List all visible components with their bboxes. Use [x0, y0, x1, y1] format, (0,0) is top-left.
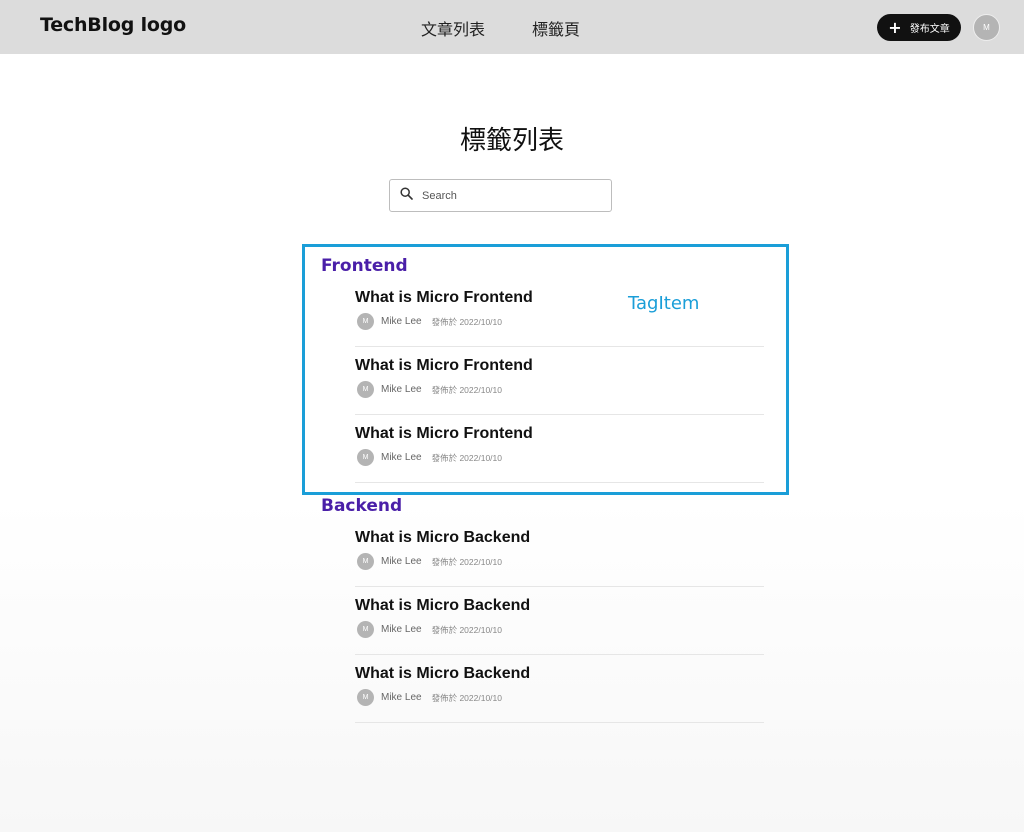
author-name: Mike Lee: [381, 624, 422, 635]
publish-date: 發佈於 2022/10/10: [431, 556, 502, 567]
article-title[interactable]: What is Micro Backend: [355, 529, 530, 547]
article-title[interactable]: What is Micro Frontend: [355, 289, 533, 307]
page-title: 標籤列表: [459, 126, 564, 156]
search-icon: [400, 186, 413, 205]
article-title[interactable]: What is Micro Backend: [355, 665, 530, 683]
author-name: Mike Lee: [381, 556, 422, 567]
publish-date: 發佈於 2022/10/10: [431, 452, 502, 463]
author-avatar: M: [357, 313, 374, 330]
article-meta: M Mike Lee 發佈於 2022/10/10: [357, 553, 502, 570]
nav-link-articles[interactable]: 文章列表: [421, 16, 485, 40]
article-title[interactable]: What is Micro Frontend: [355, 357, 533, 375]
author-avatar: M: [357, 689, 374, 706]
article-item[interactable]: What is Micro Frontend M Mike Lee 發佈於 20…: [355, 347, 764, 415]
tag-section-backend: Backend What is Micro Backend M Mike Lee…: [321, 495, 764, 723]
top-header: TechBlog logo 文章列表 標籤頁 + 發布文章 M: [0, 0, 1024, 54]
publish-date: 發佈於 2022/10/10: [431, 692, 502, 703]
author-avatar: M: [357, 621, 374, 638]
publish-article-label: 發布文章: [909, 24, 950, 35]
article-item[interactable]: What is Micro Frontend M Mike Lee 發佈於 20…: [355, 279, 764, 347]
article-item[interactable]: What is Micro Backend M Mike Lee 發佈於 202…: [355, 587, 764, 655]
author-name: Mike Lee: [381, 692, 422, 703]
article-meta: M Mike Lee 發佈於 2022/10/10: [357, 689, 502, 706]
article-item[interactable]: What is Micro Backend M Mike Lee 發佈於 202…: [355, 519, 764, 587]
author-name: Mike Lee: [381, 452, 422, 463]
tag-name[interactable]: Frontend: [321, 255, 764, 279]
article-meta: M Mike Lee 發佈於 2022/10/10: [357, 621, 502, 638]
article-meta: M Mike Lee 發佈於 2022/10/10: [357, 381, 502, 398]
site-logo[interactable]: TechBlog logo: [40, 14, 186, 36]
tag-section-frontend: Frontend What is Micro Frontend M Mike L…: [321, 255, 764, 483]
author-avatar: M: [357, 553, 374, 570]
article-meta: M Mike Lee 發佈於 2022/10/10: [357, 313, 502, 330]
publish-date: 發佈於 2022/10/10: [431, 316, 502, 327]
article-title[interactable]: What is Micro Frontend: [355, 425, 533, 443]
nav-link-tags[interactable]: 標籤頁: [532, 16, 580, 40]
author-avatar: M: [357, 381, 374, 398]
search-input[interactable]: [422, 189, 592, 202]
user-avatar[interactable]: M: [973, 14, 1000, 41]
author-name: Mike Lee: [381, 316, 422, 327]
plus-icon: +: [888, 17, 902, 37]
tag-name[interactable]: Backend: [321, 495, 764, 519]
author-name: Mike Lee: [381, 384, 422, 395]
publish-date: 發佈於 2022/10/10: [431, 384, 502, 395]
article-title[interactable]: What is Micro Backend: [355, 597, 530, 615]
publish-article-button[interactable]: + 發布文章: [877, 14, 961, 41]
author-avatar: M: [357, 449, 374, 466]
article-meta: M Mike Lee 發佈於 2022/10/10: [357, 449, 502, 466]
article-item[interactable]: What is Micro Backend M Mike Lee 發佈於 202…: [355, 655, 764, 723]
publish-date: 發佈於 2022/10/10: [431, 624, 502, 635]
article-item[interactable]: What is Micro Frontend M Mike Lee 發佈於 20…: [355, 415, 764, 483]
search-box[interactable]: [389, 179, 612, 212]
